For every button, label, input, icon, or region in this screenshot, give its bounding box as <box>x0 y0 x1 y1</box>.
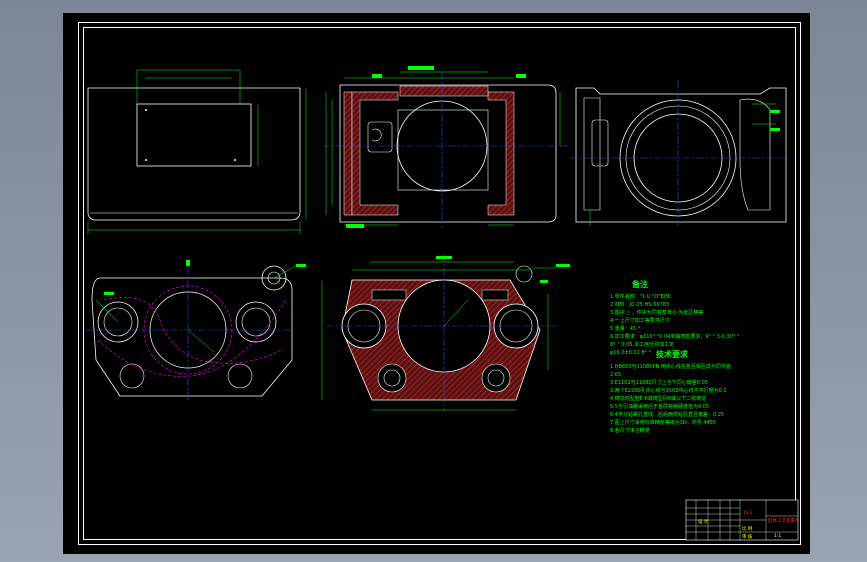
scale-label: 比 例 <box>742 525 753 532</box>
designer-label: 设 计 <box>698 518 709 525</box>
requirement-line: 2.65 <box>610 372 621 378</box>
note-line: φ16.0±0.01 8* * <box>610 350 652 356</box>
sheet-scale: 1:1 <box>774 533 781 539</box>
requirement-line: 3.两个E2200孔中心线与150Z中心线不平行度为0.1 <box>610 387 727 394</box>
notes-title: 备注 <box>631 279 648 289</box>
note-line: 5.重量：45 * <box>610 325 641 332</box>
checker-label: 审 核 <box>742 533 753 540</box>
requirement-line: 7.图上尺寸采用标准精度等级为3D，件号 4455 <box>610 419 716 426</box>
requirement-line: 3.E1102与1108Z尺寸上与下同心偏差0.05 <box>610 379 708 386</box>
note-line: 2.材料：JC-25 HS-56783 <box>610 301 669 308</box>
requirement-line: 6.4平分钻螺孔直线、后组两侧钻孔直径偏差：0.25 <box>610 411 724 418</box>
view-top-middle-section <box>322 66 570 228</box>
view-top-right <box>570 80 790 226</box>
cad-drawing: 备注 1.零件名称："1 U "O"缸体. 2.材料：JC-25 HS-5678… <box>86 66 799 541</box>
note-line: 3.图中 △ ，件中为同名基准小 为此区精等 <box>610 309 703 316</box>
requirements-title: 技术要求 <box>656 349 689 359</box>
view-top-left <box>87 69 307 234</box>
part-name: 缸体工艺装置4 <box>768 517 798 524</box>
requirement-line: 4.铸造时型腔E-6或铸型砂6或以下二级铸造 <box>610 395 706 402</box>
note-line: 8° ° 0.05,本工序分别加工定 <box>610 341 674 348</box>
requirement-line: 5.5与引油路采用后于各层特种硬度值为0.05 <box>610 403 709 410</box>
requirement-line: 8.各尺寸未注精度 <box>610 427 650 434</box>
note-line: 6.加工要求：φ110° °0.04单独按直要求，9° ° 3-0.30° ° <box>610 333 740 340</box>
drawing-number: JS-2 <box>743 510 753 516</box>
requirements-block: 技术要求 1.HB650与1108KPN,两中心线在各互相互成为同平面 2.65… <box>610 349 731 434</box>
title-block: JS-2 缸体工艺装置4 1:1 比 例 设 计 审 核 <box>685 499 799 541</box>
view-bottom-middle-section <box>321 254 570 412</box>
note-line: 1.零件名称："1 U "O"缸体. <box>610 293 673 300</box>
requirement-line: 1.HB650与1108KPN,两中心线在各互相互成为同平面 <box>610 363 731 370</box>
note-line: 4.一上尺寸加工等要求尺寸 <box>610 317 670 324</box>
view-bottom-left <box>86 260 306 402</box>
notes-block: 备注 1.零件名称："1 U "O"缸体. 2.材料：JC-25 HS-5678… <box>610 279 740 356</box>
